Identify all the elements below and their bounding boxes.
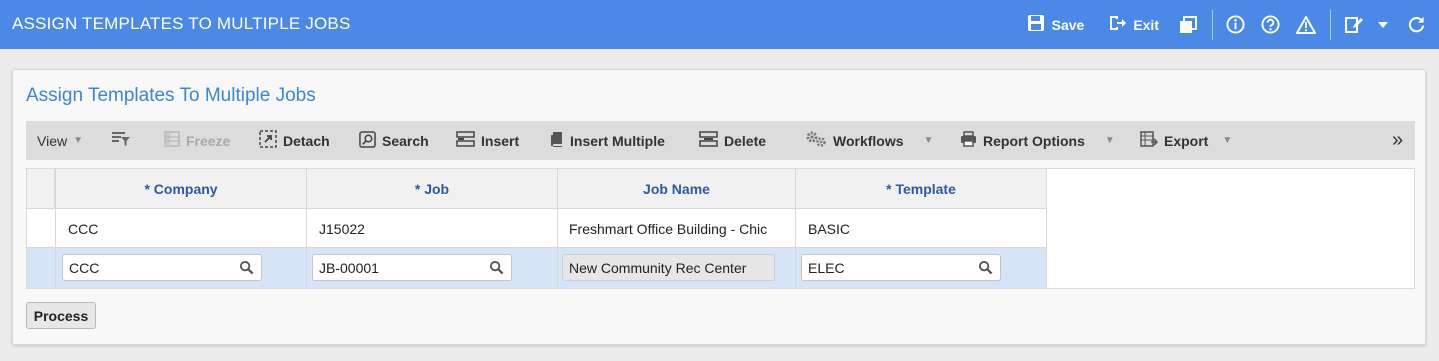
freeze-icon	[164, 131, 180, 150]
insert-multiple-icon	[549, 131, 564, 151]
detach-label: Detach	[283, 132, 330, 149]
export-label: Export	[1164, 132, 1209, 149]
main-panel: Assign Templates To Multiple Jobs View ▼…	[12, 69, 1426, 345]
caret-down-icon: ▼	[923, 135, 934, 146]
row-selector-column	[27, 169, 56, 288]
delete-label: Delete	[724, 132, 767, 149]
printer-icon	[960, 131, 977, 150]
template-column	[796, 169, 1047, 288]
insert-label: Insert	[481, 132, 520, 149]
save-icon	[1027, 14, 1045, 35]
toolbar-divider	[1212, 9, 1213, 40]
process-button[interactable]: Process	[26, 302, 96, 329]
freeze-label: Freeze	[186, 132, 231, 149]
insert-row-icon	[456, 131, 475, 150]
save-button[interactable]: Save	[1027, 14, 1085, 35]
report-options-label: Report Options	[983, 132, 1085, 149]
refresh-icon[interactable]	[1407, 15, 1426, 34]
workflows-label: Workflows	[833, 132, 904, 149]
double-chevron-right-icon: »	[1392, 129, 1404, 151]
insert-multiple-button[interactable]: Insert Multiple	[549, 121, 665, 160]
freeze-button[interactable]: Freeze	[164, 121, 230, 160]
export-menu[interactable]: Export ▼	[1140, 121, 1232, 160]
filter-button[interactable]	[112, 121, 130, 160]
detach-button[interactable]: Detach	[259, 121, 330, 160]
exit-label: Exit	[1133, 16, 1159, 33]
window-title: ASSIGN TEMPLATES TO MULTIPLE JOBS	[12, 14, 351, 33]
insert-button[interactable]: Insert	[456, 121, 519, 160]
title-bar-actions: Save Exit	[1027, 0, 1439, 49]
info-icon[interactable]	[1226, 15, 1245, 34]
filter-icon	[112, 131, 130, 150]
chevron-down-icon[interactable]	[1377, 21, 1389, 29]
grid-toolbar: View ▼ Freeze Detach Search Insert Inser…	[26, 121, 1415, 160]
insert-multiple-label: Insert Multiple	[570, 132, 665, 149]
more-tools-button[interactable]: »	[1392, 121, 1403, 160]
detach-icon	[259, 130, 277, 151]
view-menu[interactable]: View ▼	[37, 121, 83, 160]
job-name-column	[558, 169, 796, 288]
delete-row-icon	[699, 131, 718, 150]
copy-window-icon[interactable]	[1179, 15, 1197, 34]
panel-title: Assign Templates To Multiple Jobs	[26, 85, 316, 106]
company-column	[56, 169, 307, 288]
help-icon[interactable]	[1261, 15, 1280, 34]
caret-down-icon: ▼	[73, 135, 83, 146]
workflows-menu[interactable]: Workflows ▼	[805, 121, 933, 160]
caret-down-icon: ▼	[1104, 135, 1115, 146]
jobs-grid: * Company * Job Job Name * Template CCC …	[26, 168, 1415, 289]
edit-note-icon[interactable]	[1345, 16, 1363, 34]
title-bar: ASSIGN TEMPLATES TO MULTIPLE JOBS Save E…	[0, 0, 1439, 49]
search-button[interactable]: Search	[359, 121, 429, 160]
job-column	[307, 169, 558, 288]
delete-button[interactable]: Delete	[699, 121, 766, 160]
save-label: Save	[1051, 16, 1085, 33]
exit-icon	[1108, 14, 1127, 35]
report-options-menu[interactable]: Report Options ▼	[960, 121, 1115, 160]
toolbar-divider	[1330, 9, 1331, 40]
caret-down-icon: ▼	[1222, 135, 1233, 146]
exit-button[interactable]: Exit	[1108, 14, 1159, 35]
gears-icon	[805, 130, 827, 151]
search-label: Search	[382, 132, 429, 149]
view-label: View	[37, 132, 68, 149]
search-icon	[359, 130, 376, 151]
warning-icon[interactable]	[1296, 15, 1316, 34]
export-icon	[1140, 130, 1159, 151]
